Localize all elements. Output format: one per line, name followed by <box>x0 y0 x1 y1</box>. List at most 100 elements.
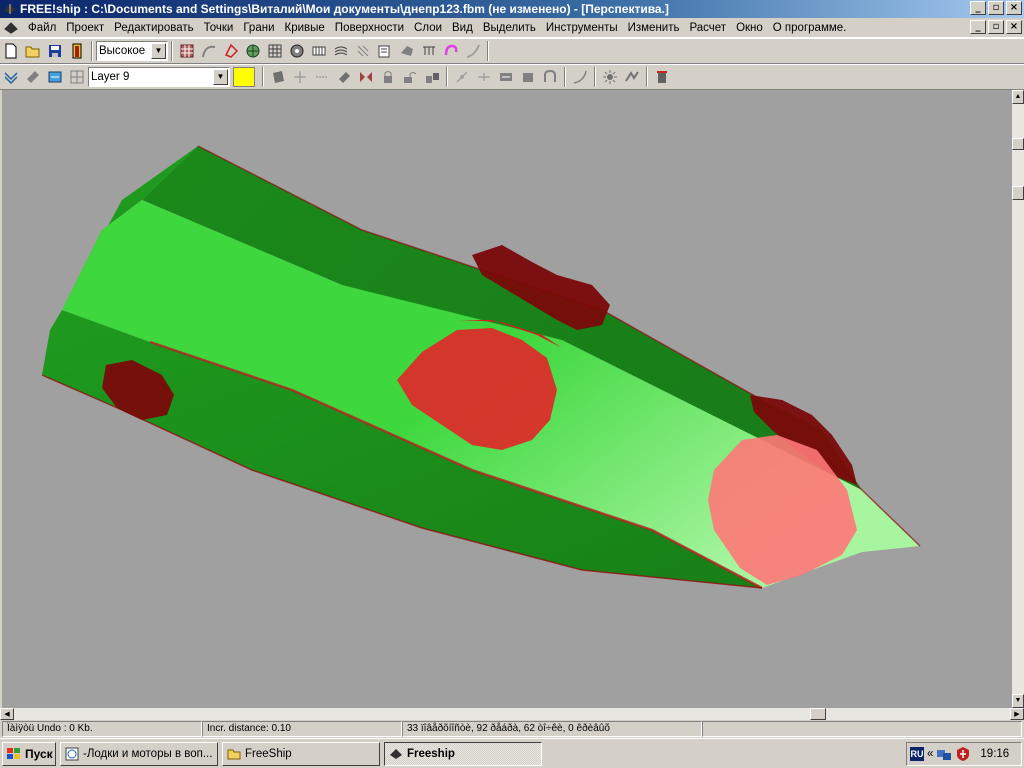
interior-edges-icon[interactable] <box>220 40 242 62</box>
knuckle-icon[interactable] <box>451 66 473 88</box>
layers-icon[interactable] <box>0 66 22 88</box>
task-freeship-label: Freeship <box>407 747 455 760</box>
connect-edges-icon[interactable] <box>539 66 561 88</box>
task-folder[interactable]: FreeShip <box>222 741 380 766</box>
chevron-down-icon[interactable]: ▼ <box>151 43 166 59</box>
remove-unused-icon[interactable] <box>651 66 673 88</box>
shaded-view-icon[interactable] <box>242 40 264 62</box>
extrude-icon[interactable] <box>333 66 355 88</box>
menu-edges[interactable]: Грани <box>238 22 279 34</box>
close-button[interactable]: × <box>1006 1 1022 15</box>
app-icon[interactable] <box>2 1 18 17</box>
collapse-edge-icon[interactable] <box>495 66 517 88</box>
add-edge-icon[interactable] <box>311 66 333 88</box>
offsets-icon[interactable] <box>462 40 484 62</box>
unlock-icon[interactable] <box>399 66 421 88</box>
menu-about[interactable]: О программе. <box>768 22 852 34</box>
horizontal-scrollbar[interactable]: ◀ ▶ <box>0 708 1024 720</box>
layer-props-icon[interactable] <box>22 66 44 88</box>
scroll-up-icon[interactable]: ▲ <box>1012 90 1024 104</box>
minimize-button[interactable]: _ <box>970 1 986 15</box>
antivirus-shield-icon[interactable] <box>955 746 971 762</box>
restore-button[interactable]: ▫ <box>988 1 1004 15</box>
menu-points[interactable]: Точки <box>199 22 239 34</box>
network-icon[interactable] <box>936 746 952 762</box>
status-empty-panel <box>702 721 1022 737</box>
weld-points-icon[interactable] <box>621 66 643 88</box>
hydrostatics-icon[interactable] <box>418 40 440 62</box>
exit-door-icon[interactable] <box>66 40 88 62</box>
child-close-button[interactable]: × <box>1006 20 1022 34</box>
control-net-icon[interactable] <box>176 40 198 62</box>
document-menu-icon[interactable] <box>3 20 19 36</box>
menu-surfaces[interactable]: Поверхности <box>330 22 409 34</box>
flowlines-icon[interactable] <box>396 40 418 62</box>
scroll-down-icon[interactable]: ▼ <box>1012 694 1024 708</box>
buttocks-icon[interactable] <box>330 40 352 62</box>
windows-logo-icon <box>7 747 20 759</box>
layer-toolbar: Layer 9 ▼ <box>0 64 1024 90</box>
scroll-left-icon[interactable]: ◀ <box>0 708 14 720</box>
magnet-icon[interactable] <box>440 40 462 62</box>
layer-color-swatch[interactable] <box>233 67 255 87</box>
menu-view[interactable]: Вид <box>447 22 478 34</box>
sun-light-icon[interactable] <box>599 66 621 88</box>
task-freeship[interactable]: Freeship <box>384 741 542 766</box>
layer-select[interactable]: Layer 9 ▼ <box>88 67 230 87</box>
browser-icon <box>65 747 79 760</box>
lock-icon[interactable] <box>377 66 399 88</box>
start-button[interactable]: Пуск <box>2 741 56 766</box>
menu-layers[interactable]: Слои <box>409 22 447 34</box>
diagonals-icon[interactable] <box>374 40 396 62</box>
start-label: Пуск <box>25 746 53 761</box>
status-bar: Ïàìÿòü Undo : 0 Kb. Incr. distance: 0.10… <box>0 720 1024 738</box>
stations-icon[interactable] <box>308 40 330 62</box>
hull-model-render[interactable] <box>2 90 1012 708</box>
curvature-icon[interactable] <box>286 40 308 62</box>
menu-curves[interactable]: Кривые <box>280 22 330 34</box>
precision-select[interactable]: Высокое ▼ <box>96 41 168 61</box>
horizontal-scroll-thumb[interactable] <box>810 708 826 720</box>
menu-edit[interactable]: Редактировать <box>109 22 198 34</box>
layer-grid-icon[interactable] <box>66 66 88 88</box>
menu-tools[interactable]: Инструменты <box>541 22 623 34</box>
main-toolbar: Высокое ▼ <box>0 38 1024 64</box>
split-edge-icon[interactable] <box>473 66 495 88</box>
task-folder-label: FreeShip <box>245 747 292 760</box>
curve-icon[interactable] <box>198 40 220 62</box>
menu-modify[interactable]: Изменить <box>623 22 685 34</box>
open-folder-icon[interactable] <box>22 40 44 62</box>
show-hidden-icons-button[interactable]: « <box>927 748 933 760</box>
save-icon[interactable] <box>44 40 66 62</box>
vertical-scroll-thumb[interactable] <box>1012 138 1024 150</box>
scroll-right-icon[interactable]: ▶ <box>1010 708 1024 720</box>
perspective-viewport[interactable] <box>2 90 1012 708</box>
grid-icon[interactable] <box>264 40 286 62</box>
menu-select[interactable]: Выделить <box>478 22 541 34</box>
new-file-icon[interactable] <box>0 40 22 62</box>
chevron-down-icon[interactable]: ▼ <box>213 69 228 85</box>
status-model-counts: 33 ïîâåðõíîñòè, 92 ðåáðà, 62 òî÷êè, 0 êð… <box>402 721 702 737</box>
new-face-icon[interactable] <box>267 66 289 88</box>
unlock-all-icon[interactable] <box>421 66 443 88</box>
vertical-scrollbar[interactable]: ▲ ▼ <box>1012 90 1024 708</box>
task-browser[interactable]: -Лодки и моторы в воп... <box>60 741 218 766</box>
menu-project[interactable]: Проект <box>61 22 109 34</box>
freeship-app-icon <box>390 748 402 759</box>
mirror-icon[interactable] <box>355 66 377 88</box>
system-tray: RU « 19:16 <box>906 742 1022 766</box>
child-minimize-button[interactable]: _ <box>970 20 986 34</box>
title-bar[interactable]: FREE!ship : C:\Documents and Settings\Ви… <box>0 0 1024 18</box>
vertical-scroll-thumb-2[interactable] <box>1012 186 1024 200</box>
menu-window[interactable]: Окно <box>731 22 768 34</box>
child-restore-button[interactable]: ▫ <box>988 20 1004 34</box>
language-indicator[interactable]: RU <box>910 747 924 761</box>
menu-calculate[interactable]: Расчет <box>684 22 731 34</box>
status-incr-distance: Incr. distance: 0.10 <box>202 721 402 737</box>
layer-visibility-icon[interactable] <box>44 66 66 88</box>
insert-point-icon[interactable] <box>289 66 311 88</box>
flip-normal-icon[interactable] <box>517 66 539 88</box>
new-curve-icon[interactable] <box>569 66 591 88</box>
waterlines-icon[interactable] <box>352 40 374 62</box>
menu-file[interactable]: Файл <box>23 22 61 34</box>
